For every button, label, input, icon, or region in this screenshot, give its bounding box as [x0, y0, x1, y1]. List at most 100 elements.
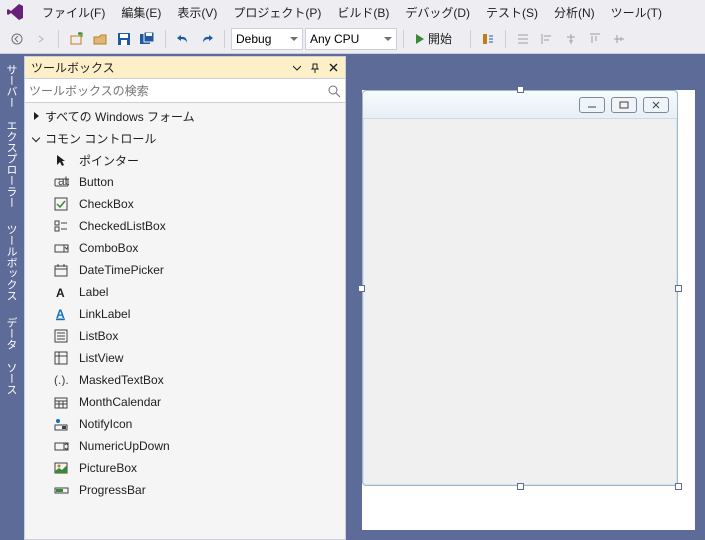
- toolbox-category[interactable]: コモン コントロール: [25, 127, 345, 149]
- vs-logo-icon: [4, 1, 26, 23]
- date-icon: [53, 262, 69, 278]
- toolbox-item-label: ListView: [79, 351, 123, 365]
- toolbox-tree: すべての Windows フォームコモン コントロールポインターabButton…: [25, 103, 345, 539]
- menu-item[interactable]: ツール(T): [603, 1, 670, 24]
- align-button: [512, 28, 534, 50]
- menu-item[interactable]: ファイル(F): [34, 1, 113, 24]
- menu-item[interactable]: デバッグ(D): [397, 1, 478, 24]
- toolbox-item-label: ProgressBar: [79, 483, 146, 497]
- toolbox-item[interactable]: A Label: [25, 281, 345, 303]
- toolbox-item-label: PictureBox: [79, 461, 137, 475]
- standard-toolbar: Debug Any CPU 開始: [0, 24, 705, 54]
- open-button[interactable]: [89, 28, 111, 50]
- toolbox-item-label: NumericUpDown: [79, 439, 170, 453]
- close-icon[interactable]: [327, 62, 339, 74]
- toolbox-item[interactable]: MonthCalendar: [25, 391, 345, 413]
- toolbox-title: ツールボックス: [31, 59, 291, 76]
- new-project-button[interactable]: [65, 28, 87, 50]
- toolbox-item[interactable]: ProgressBar: [25, 479, 345, 501]
- notify-icon: [53, 416, 69, 432]
- redo-button[interactable]: [196, 28, 218, 50]
- save-all-button[interactable]: [137, 28, 159, 50]
- toolbox-item[interactable]: NumericUpDown: [25, 435, 345, 457]
- label-icon: A: [53, 284, 69, 300]
- combo-icon: [53, 240, 69, 256]
- form-titlebar: [363, 91, 677, 119]
- toolbox-item[interactable]: NotifyIcon: [25, 413, 345, 435]
- dropdown-icon[interactable]: [291, 62, 303, 74]
- vtab-server-explorer[interactable]: サーバー エクスプローラー: [1, 58, 21, 214]
- nav-fwd-button[interactable]: [30, 28, 52, 50]
- separator: [470, 30, 471, 48]
- separator: [403, 30, 404, 48]
- form-preview[interactable]: [362, 90, 678, 486]
- linklabel-icon: A: [53, 306, 69, 322]
- vtab-data-sources[interactable]: データ ソース: [1, 311, 21, 401]
- toolbox-search[interactable]: [25, 79, 345, 103]
- masked-icon: (.).: [53, 372, 69, 388]
- toolbox-item[interactable]: DateTimePicker: [25, 259, 345, 281]
- toolbox-item[interactable]: PictureBox: [25, 457, 345, 479]
- toolbox-item-label: CheckBox: [79, 197, 134, 211]
- toolbox-item-label: NotifyIcon: [79, 417, 132, 431]
- menu-item[interactable]: 分析(N): [546, 1, 603, 24]
- resize-handle[interactable]: [358, 285, 365, 292]
- toolbox-item[interactable]: ポインター: [25, 149, 345, 171]
- config-value: Debug: [236, 32, 271, 46]
- toolbox-item[interactable]: ListView: [25, 347, 345, 369]
- svg-text:ab: ab: [58, 176, 69, 188]
- toolbox-item-label: DateTimePicker: [79, 263, 164, 277]
- separator: [165, 30, 166, 48]
- maximize-icon: [611, 97, 637, 113]
- month-icon: [53, 394, 69, 410]
- pin-icon[interactable]: [309, 62, 321, 74]
- design-canvas[interactable]: [362, 90, 695, 530]
- step-button[interactable]: [477, 28, 499, 50]
- toolbox-item-label: Label: [79, 285, 108, 299]
- resize-handle[interactable]: [517, 86, 524, 93]
- config-select[interactable]: Debug: [231, 28, 303, 50]
- toolbox-item[interactable]: CheckBox: [25, 193, 345, 215]
- vtab-toolbox[interactable]: ツールボックス: [1, 218, 21, 307]
- start-label: 開始: [428, 30, 452, 47]
- search-input[interactable]: [29, 84, 327, 98]
- svg-text:(.).: (.).: [54, 374, 69, 386]
- toolbox-item[interactable]: (.). MaskedTextBox: [25, 369, 345, 391]
- start-debug-button[interactable]: 開始: [410, 28, 464, 50]
- expander-open-icon[interactable]: [31, 133, 41, 143]
- resize-handle[interactable]: [675, 483, 682, 490]
- toolbox-item-label: LinkLabel: [79, 307, 130, 321]
- menu-item[interactable]: ビルド(B): [329, 1, 397, 24]
- toolbox-category[interactable]: すべての Windows フォーム: [25, 105, 345, 127]
- platform-select[interactable]: Any CPU: [305, 28, 397, 50]
- toolbox-item-label: MaskedTextBox: [79, 373, 164, 387]
- minimize-icon: [579, 97, 605, 113]
- toolbox-item[interactable]: CheckedListBox: [25, 215, 345, 237]
- resize-handle[interactable]: [517, 483, 524, 490]
- expander-closed-icon[interactable]: [31, 111, 41, 121]
- toolbox-item[interactable]: ComboBox: [25, 237, 345, 259]
- toolbox-item[interactable]: abButton: [25, 171, 345, 193]
- menu-item[interactable]: 編集(E): [113, 1, 169, 24]
- toolbox-item-label: ListBox: [79, 329, 118, 343]
- menu-item[interactable]: テスト(S): [478, 1, 546, 24]
- nav-back-button[interactable]: [6, 28, 28, 50]
- search-icon[interactable]: [327, 84, 341, 98]
- align-middle-button: [608, 28, 630, 50]
- menu-item[interactable]: 表示(V): [169, 1, 225, 24]
- resize-handle[interactable]: [675, 285, 682, 292]
- pointer-icon: [53, 152, 69, 168]
- align-top-button: [584, 28, 606, 50]
- separator: [58, 30, 59, 48]
- close-window-icon: [643, 97, 669, 113]
- category-label: すべての Windows フォーム: [45, 108, 195, 125]
- menu-item[interactable]: プロジェクト(P): [225, 1, 329, 24]
- main-area: サーバー エクスプローラー ツールボックス データ ソース ツールボックス すべ…: [0, 54, 705, 540]
- undo-button[interactable]: [172, 28, 194, 50]
- save-button[interactable]: [113, 28, 135, 50]
- picture-icon: [53, 460, 69, 476]
- toolbox-item[interactable]: A LinkLabel: [25, 303, 345, 325]
- toolbox-titlebar: ツールボックス: [25, 57, 345, 79]
- align-left-button: [536, 28, 558, 50]
- toolbox-item[interactable]: ListBox: [25, 325, 345, 347]
